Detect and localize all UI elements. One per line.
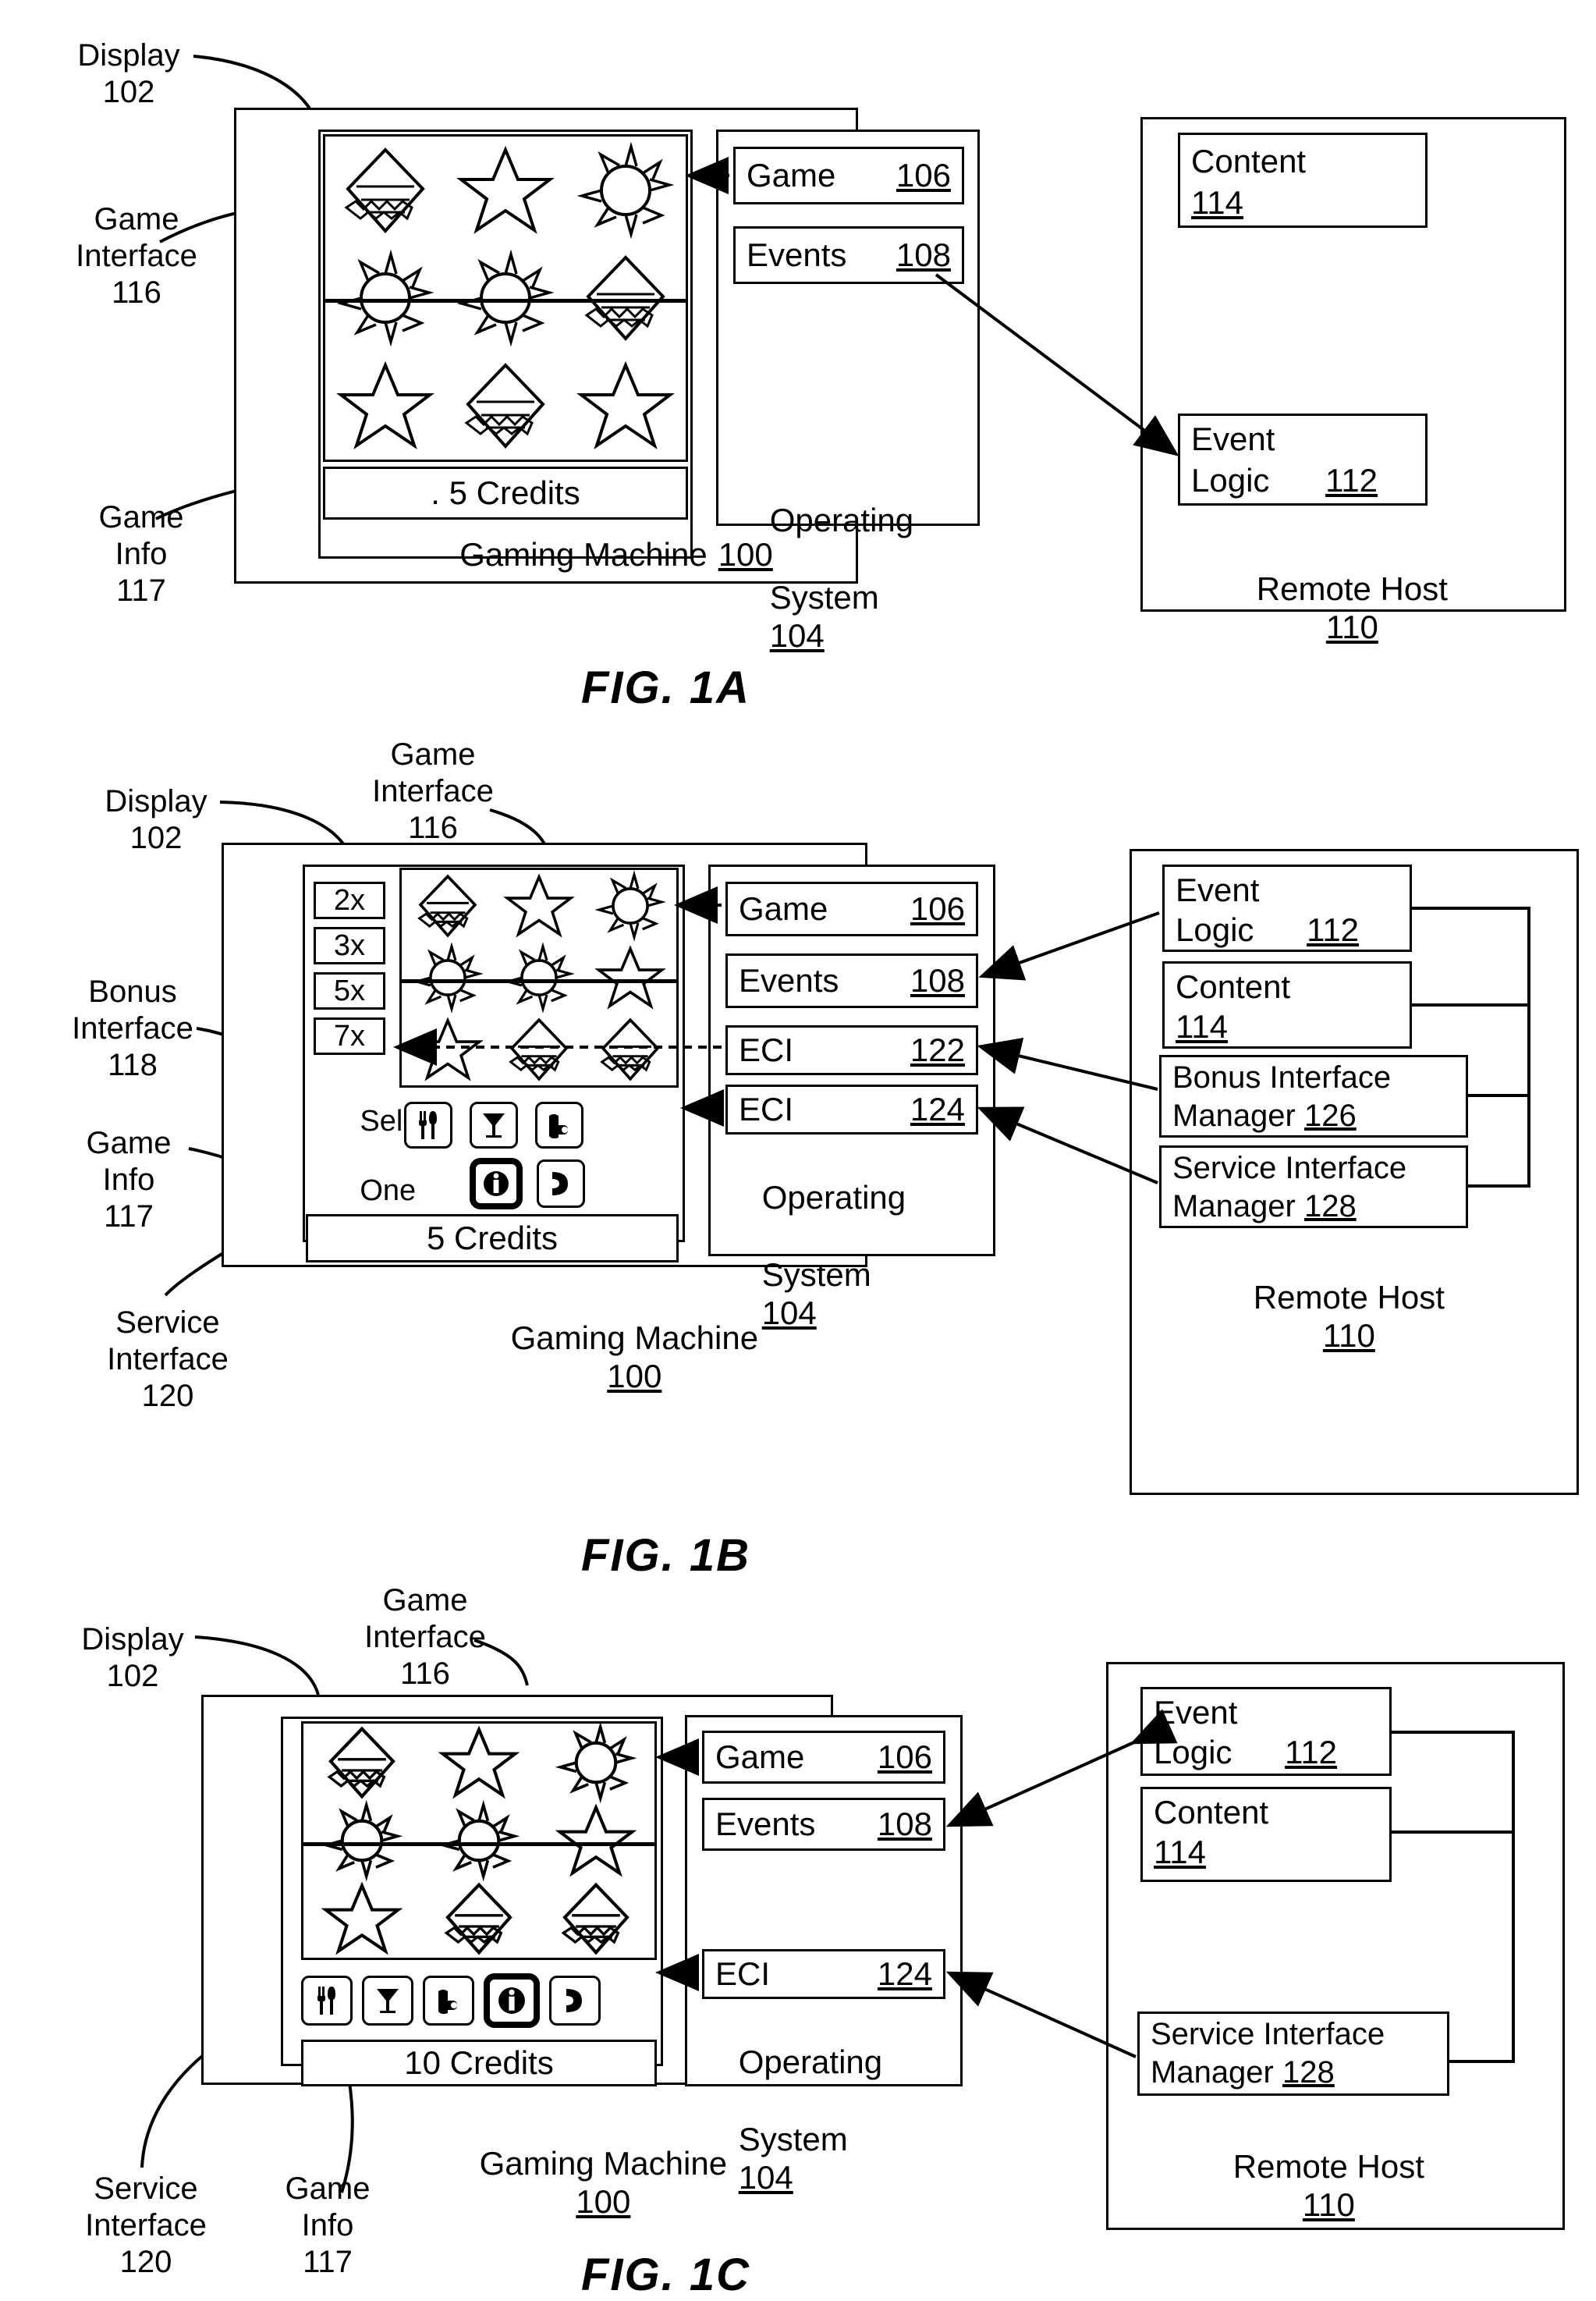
figure-1a: Display 102 Game Interface 116 Game Info 117 … [0, 0, 1596, 749]
connector-arrows-1a [685, 157, 1179, 456]
figure-caption-1b: FIG. 1B [581, 1530, 751, 1581]
figure-caption-1a: FIG. 1A [581, 662, 751, 713]
connector-arrows-1b [393, 886, 1530, 1188]
figure-1c: Game Interface 116 Display 102 Service Inter… [0, 1576, 1596, 2300]
connector-arrows-1c [655, 1709, 1515, 2063]
figure-caption-1c: FIG. 1C [581, 2250, 751, 2300]
figure-1b: Game Interface 116 Display 102 Bonus Interfa… [0, 737, 1596, 1581]
